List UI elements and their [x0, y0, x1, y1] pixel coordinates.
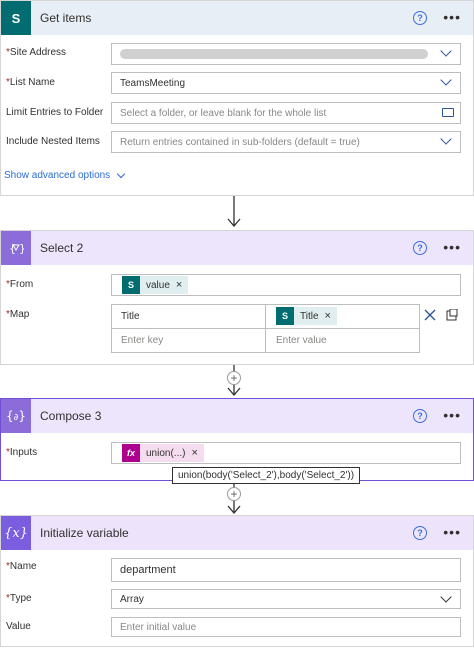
limit-folder-input[interactable]: Select a folder, or leave blank for the … — [111, 102, 461, 124]
map-grid: Title S Title × Enter key Enter value — [111, 304, 420, 353]
initialize-variable-title: Initialize variable — [40, 526, 129, 540]
from-input[interactable]: S value × — [111, 274, 461, 296]
site-address-label: *Site Address — [6, 47, 67, 58]
help-icon[interactable]: ? — [413, 241, 427, 255]
more-options-icon[interactable]: ••• — [443, 239, 461, 255]
initialize-variable-card: {x} Initialize variable ? ••• *Name depa… — [0, 515, 474, 647]
name-input[interactable]: department — [111, 558, 461, 582]
title-token[interactable]: S Title × — [276, 307, 337, 325]
connector-arrow — [227, 196, 241, 227]
compose-icon: {∂} — [1, 399, 31, 433]
nested-items-label: Include Nested Items — [6, 136, 100, 147]
initialize-variable-header[interactable]: {x} Initialize variable ? ••• — [1, 516, 473, 550]
add-step-icon[interactable]: + — [227, 371, 241, 385]
type-value: Array — [120, 593, 144, 605]
chevron-down-icon[interactable] — [440, 45, 452, 57]
from-label: *From — [6, 279, 34, 290]
nested-items-placeholder: Return entries contained in sub-folders … — [120, 136, 360, 148]
list-name-value: TeamsMeeting — [120, 77, 186, 89]
map-label: *Map — [6, 309, 30, 320]
get-items-card: S Get items ? ••• *Site Address *List Na… — [0, 0, 474, 196]
type-dropdown[interactable]: Array — [111, 589, 461, 609]
compose3-title: Compose 3 — [40, 409, 102, 423]
svg-text:}: } — [19, 242, 24, 255]
expression-tooltip: union(body('Select_2'),body('Select_2')) — [172, 467, 361, 484]
select2-card: {} Select 2 ? ••• *From S value × *Map T… — [0, 230, 474, 365]
help-icon[interactable]: ? — [413, 11, 427, 25]
name-label: *Name — [6, 561, 37, 572]
clear-map-icon[interactable] — [424, 309, 436, 321]
sharepoint-icon: S — [1, 1, 31, 35]
remove-token-icon[interactable]: × — [176, 279, 182, 291]
map-key-field[interactable]: Title — [112, 305, 266, 329]
select2-title: Select 2 — [40, 241, 84, 255]
help-icon[interactable]: ? — [413, 526, 427, 540]
sharepoint-icon: S — [122, 276, 140, 294]
list-name-dropdown[interactable]: TeamsMeeting — [111, 72, 461, 94]
chevron-down-icon[interactable] — [440, 591, 452, 603]
site-address-dropdown[interactable] — [111, 43, 461, 65]
list-name-label: *List Name — [6, 77, 55, 88]
select2-header[interactable]: {} Select 2 ? ••• — [1, 231, 473, 265]
fx-icon: fx — [122, 444, 140, 462]
value-placeholder: Enter initial value — [120, 621, 197, 633]
compose3-header[interactable]: {∂} Compose 3 ? ••• — [1, 399, 473, 433]
inputs-field[interactable]: fx union(...) × — [111, 442, 461, 464]
more-options-icon[interactable]: ••• — [443, 524, 461, 540]
enter-value-input[interactable]: Enter value — [266, 329, 419, 352]
folder-icon[interactable] — [442, 108, 454, 117]
value-input[interactable]: Enter initial value — [111, 617, 461, 637]
type-label: *Type — [6, 593, 32, 604]
chevron-down-icon[interactable] — [440, 133, 452, 145]
chevron-down-icon[interactable] — [440, 74, 452, 86]
enter-key-input[interactable]: Enter key — [112, 329, 266, 352]
chevron-down-icon — [116, 169, 126, 178]
name-value: department — [120, 564, 176, 576]
sharepoint-icon: S — [276, 307, 294, 325]
remove-token-icon[interactable]: × — [325, 310, 331, 322]
switch-map-mode-icon[interactable] — [446, 309, 458, 321]
get-items-title: Get items — [40, 11, 92, 25]
limit-folder-placeholder: Select a folder, or leave blank for the … — [120, 107, 327, 119]
select-icon: {} — [1, 231, 31, 265]
map-value-field[interactable]: S Title × — [266, 305, 419, 329]
limit-folder-label: Limit Entries to Folder — [6, 107, 104, 118]
nested-items-dropdown[interactable]: Return entries contained in sub-folders … — [111, 131, 461, 153]
union-expression-token[interactable]: fx union(...) × — [122, 444, 204, 462]
site-address-redacted — [120, 49, 428, 59]
variable-icon: {x} — [1, 516, 31, 550]
inputs-label: *Inputs — [6, 447, 38, 458]
add-step-icon[interactable]: + — [227, 487, 241, 501]
more-options-icon[interactable]: ••• — [443, 407, 461, 423]
remove-token-icon[interactable]: × — [191, 447, 197, 459]
help-icon[interactable]: ? — [413, 409, 427, 423]
show-advanced-options-link[interactable]: Show advanced options — [4, 169, 126, 181]
get-items-header[interactable]: S Get items ? ••• — [1, 1, 473, 35]
more-options-icon[interactable]: ••• — [443, 9, 461, 25]
value-token[interactable]: S value × — [122, 276, 189, 294]
value-label: Value — [6, 621, 31, 632]
